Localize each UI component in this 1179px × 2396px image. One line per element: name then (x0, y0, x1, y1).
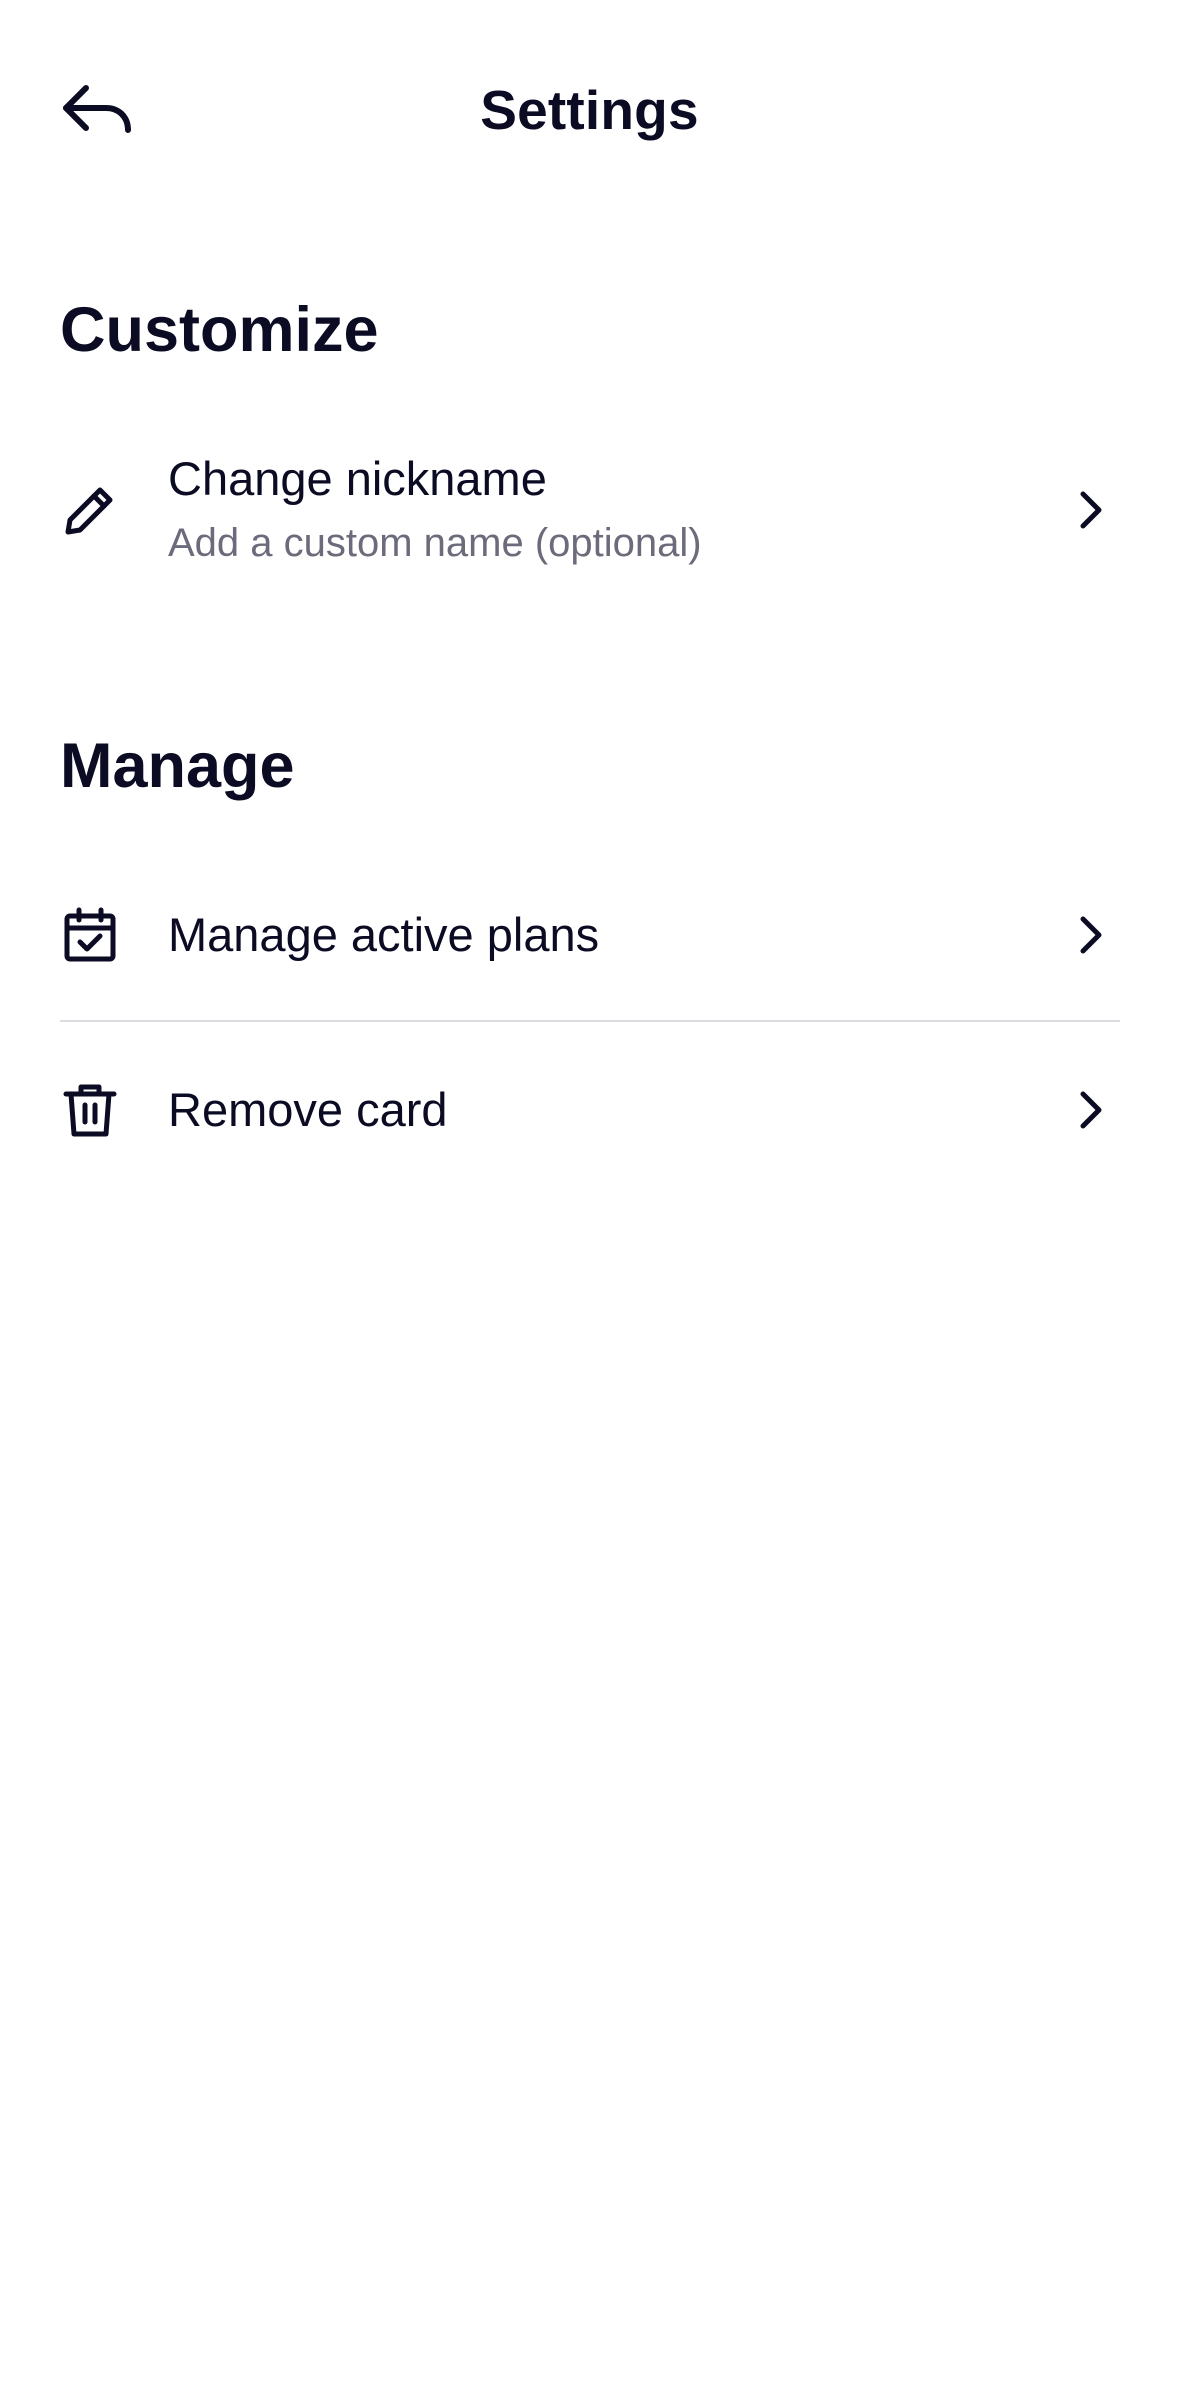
chevron-right-icon (1060, 1080, 1120, 1140)
chevron-right-icon (1060, 480, 1120, 540)
calendar-check-icon (60, 905, 120, 965)
change-nickname-text: Change nickname Add a custom name (optio… (168, 449, 1060, 571)
section-title-customize: Customize (60, 295, 379, 365)
remove-card-text: Remove card (168, 1080, 1060, 1140)
trash-icon (60, 1080, 120, 1140)
section-title-manage: Manage (60, 731, 295, 801)
change-nickname-sublabel: Add a custom name (optional) (168, 521, 702, 565)
manage-active-plans-label: Manage active plans (168, 908, 600, 961)
header-bar: Settings (0, 0, 1179, 212)
manage-active-plans-text: Manage active plans (168, 905, 1060, 965)
change-nickname-row[interactable]: Change nickname Add a custom name (optio… (60, 450, 1120, 570)
pencil-icon (60, 480, 120, 540)
change-nickname-label: Change nickname (168, 452, 547, 505)
manage-active-plans-row[interactable]: Manage active plans (60, 880, 1120, 990)
divider (60, 1020, 1120, 1022)
remove-card-label: Remove card (168, 1083, 448, 1136)
remove-card-row[interactable]: Remove card (60, 1055, 1120, 1165)
chevron-right-icon (1060, 905, 1120, 965)
page-title: Settings (480, 79, 699, 141)
